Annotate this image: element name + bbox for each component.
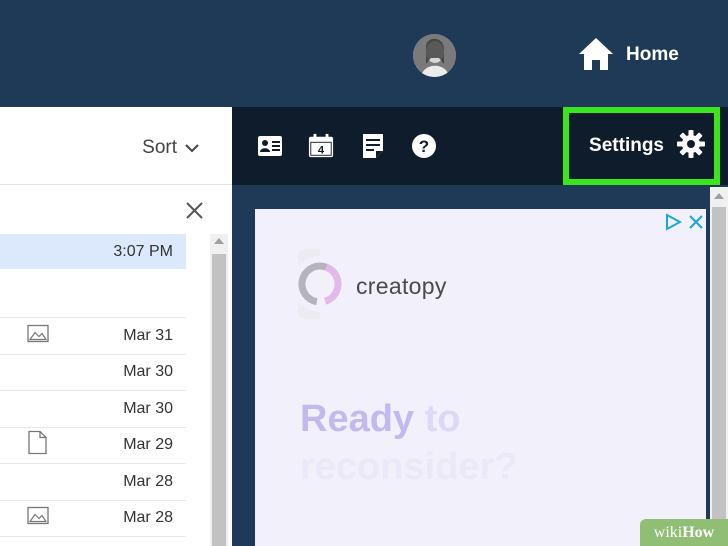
calendar-day: 4 bbox=[318, 144, 325, 156]
home-label: Home bbox=[626, 43, 679, 65]
chevron-down-icon bbox=[185, 137, 199, 159]
list-item[interactable] bbox=[0, 269, 186, 318]
app-toolbar: 4 ? Settings bbox=[232, 107, 728, 185]
item-date: Mar 29 bbox=[123, 436, 173, 454]
list-item[interactable]: 3:07 PM bbox=[0, 234, 186, 269]
list-item[interactable]: Mar 28 bbox=[0, 501, 186, 537]
sort-label: Sort bbox=[142, 137, 177, 158]
gear-icon bbox=[676, 129, 706, 164]
ad-choices-icon[interactable] bbox=[664, 213, 683, 236]
list-item[interactable]: Mar 30 bbox=[0, 391, 186, 428]
item-date: Mar 30 bbox=[123, 399, 173, 417]
help-icon[interactable]: ? bbox=[411, 133, 437, 159]
list-item[interactable]: Mar 30 bbox=[0, 355, 186, 391]
sort-button[interactable]: Sort bbox=[142, 137, 199, 159]
item-date: Mar 28 bbox=[123, 509, 173, 527]
message-list-panel: Sort 3:07 PM Mar 31 Mar 30 Mar 30 Mar 29… bbox=[0, 107, 232, 546]
advertisement[interactable]: creatopy Ready to reconsider? bbox=[255, 209, 706, 546]
scrollbar-thumb[interactable] bbox=[212, 254, 226, 546]
avatar[interactable] bbox=[413, 34, 456, 77]
scroll-up-icon[interactable] bbox=[714, 193, 724, 199]
image-icon bbox=[27, 507, 49, 530]
reading-panel: 4 ? Settings creatopy Ready to reconside… bbox=[232, 107, 728, 546]
calendar-icon[interactable]: 4 bbox=[308, 133, 334, 159]
settings-button[interactable]: Settings bbox=[563, 107, 720, 185]
watermark-prefix: wiki bbox=[653, 523, 683, 541]
ad-banner[interactable]: creatopy Ready to reconsider? bbox=[255, 209, 706, 546]
item-date: 3:07 PM bbox=[113, 242, 173, 260]
scroll-up-icon[interactable] bbox=[214, 238, 224, 244]
brand-logo: creatopy bbox=[282, 246, 447, 324]
list-item[interactable]: Mar 31 bbox=[0, 318, 186, 355]
ad-headline: Ready to reconsider? bbox=[300, 395, 518, 491]
contacts-icon[interactable] bbox=[257, 133, 283, 159]
headline-word1: Ready bbox=[300, 398, 415, 440]
close-icon[interactable] bbox=[186, 202, 203, 224]
list-item[interactable]: Mar 28 bbox=[0, 464, 186, 501]
close-ad-icon[interactable] bbox=[688, 214, 704, 235]
list-item[interactable]: Mar 29 bbox=[0, 428, 186, 464]
creatopy-logo-icon bbox=[282, 246, 342, 324]
headline-line2: reconsider? bbox=[300, 446, 518, 488]
brand-name: creatopy bbox=[356, 273, 447, 299]
scrollbar-thumb[interactable] bbox=[712, 207, 726, 546]
sort-bar: Sort bbox=[0, 107, 232, 185]
watermark: wiki How bbox=[640, 519, 728, 546]
watermark-suffix: How bbox=[682, 523, 715, 541]
message-list: 3:07 PM Mar 31 Mar 30 Mar 30 Mar 29 Mar … bbox=[0, 234, 186, 537]
item-date: Mar 30 bbox=[123, 363, 173, 381]
home-icon bbox=[578, 36, 614, 77]
svg-text:?: ? bbox=[419, 137, 429, 156]
page-scrollbar[interactable] bbox=[710, 187, 728, 546]
notes-icon[interactable] bbox=[360, 133, 386, 159]
item-date: Mar 31 bbox=[123, 326, 173, 344]
item-date: Mar 28 bbox=[123, 472, 173, 490]
headline-word2: to bbox=[424, 398, 461, 440]
home-link[interactable]: Home bbox=[578, 36, 679, 77]
ad-choices[interactable] bbox=[664, 213, 704, 236]
list-scrollbar[interactable] bbox=[210, 234, 228, 546]
document-icon bbox=[27, 431, 47, 460]
top-header: Home bbox=[0, 0, 728, 107]
settings-label: Settings bbox=[589, 135, 664, 156]
image-icon bbox=[27, 324, 49, 347]
